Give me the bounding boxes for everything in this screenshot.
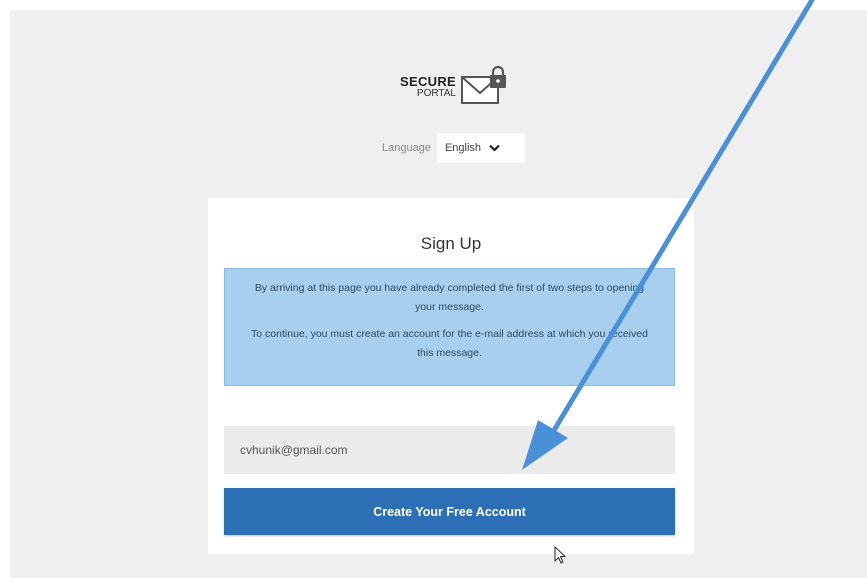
language-dropdown[interactable]: English — [436, 133, 525, 163]
info-paragraph-2: To continue, you must create an account … — [251, 328, 648, 359]
language-selector-row: Language English — [382, 132, 525, 164]
logo-line-secure: SECURE — [400, 74, 456, 89]
signup-card: Sign Up By arriving at this page you hav… — [208, 198, 694, 554]
logo-text: SECURE PORTAL — [388, 75, 456, 99]
create-account-button[interactable]: Create Your Free Account — [224, 488, 675, 535]
page-background: SECURE PORTAL Language English Sign Up B… — [10, 10, 867, 578]
language-selected-value: English — [444, 142, 482, 154]
signup-title: Sign Up — [420, 234, 482, 253]
chevron-down-icon — [489, 144, 500, 152]
email-field[interactable] — [224, 426, 675, 474]
envelope-lock-icon — [461, 65, 506, 104]
language-label: Language — [382, 142, 431, 154]
info-message-box: By arriving at this page you have alread… — [224, 268, 675, 386]
info-paragraph-1: By arriving at this page you have alread… — [254, 282, 645, 313]
logo-line-portal: PORTAL — [416, 88, 456, 99]
secure-portal-logo: SECURE PORTAL — [388, 65, 518, 115]
mouse-cursor-icon — [554, 546, 566, 564]
